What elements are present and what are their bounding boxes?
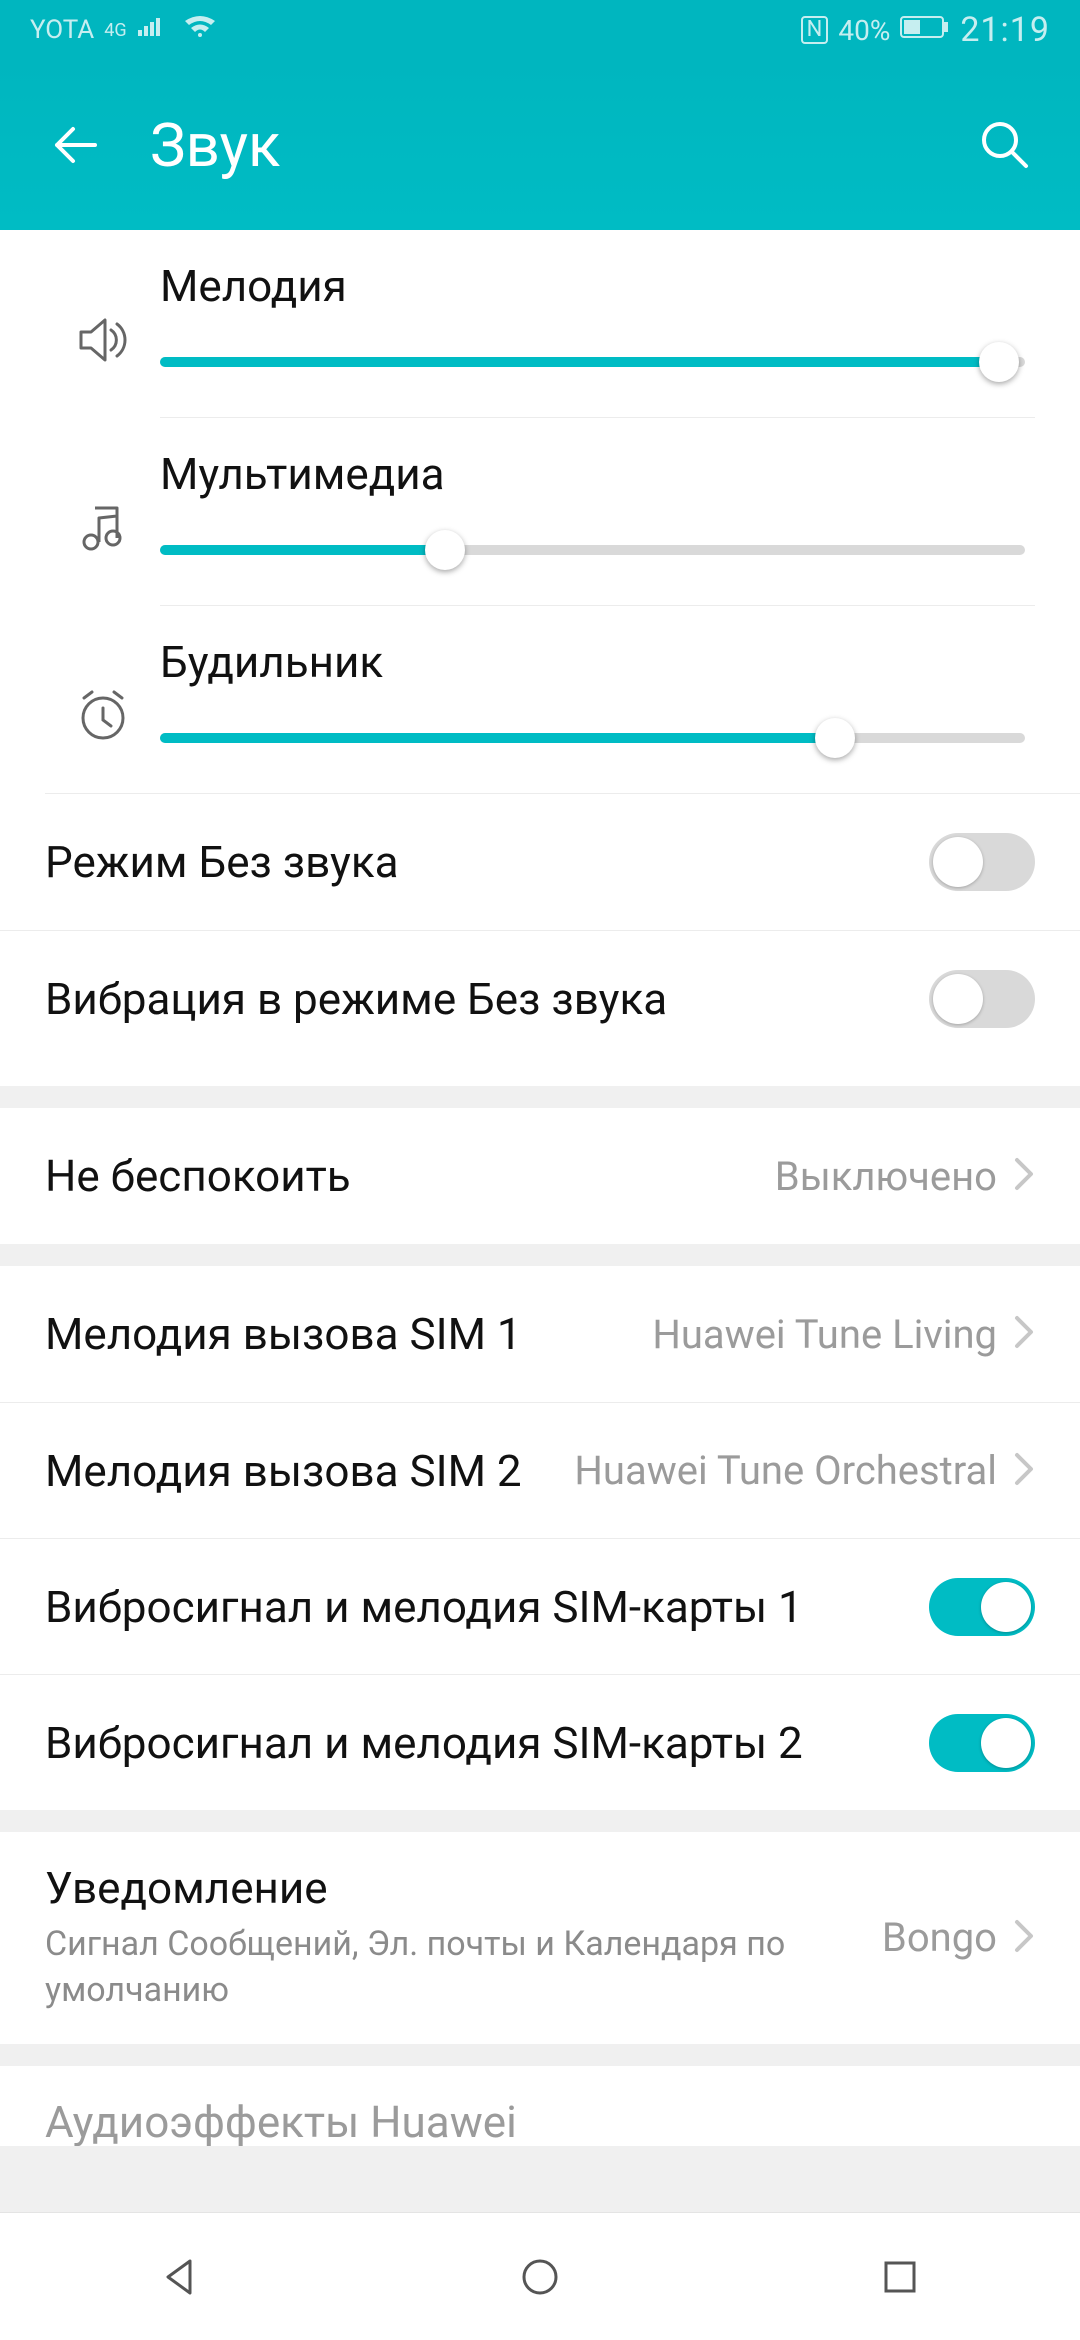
- dnd-value: Выключено: [775, 1153, 997, 1200]
- vibrate-sim2-row[interactable]: Вибросигнал и мелодия SIM-карты 2: [0, 1674, 1080, 1810]
- ringtone-icon: [45, 260, 160, 370]
- battery-icon: [900, 14, 950, 47]
- silent-mode-label: Режим Без звука: [45, 836, 929, 888]
- vibrate-sim1-label: Вибросигнал и мелодия SIM-карты 1: [45, 1581, 929, 1633]
- audio-effects-row[interactable]: Аудиоэффекты Huawei: [0, 2066, 1080, 2146]
- nfc-icon: N: [801, 16, 829, 44]
- notification-value: Bongo: [882, 1914, 997, 1961]
- volume-section: Мелодия Мультимедиа: [0, 230, 1080, 1086]
- status-bar: YOTA 4G N 40% 21:19: [0, 0, 1080, 60]
- ringtone-volume-label: Мелодия: [160, 260, 1035, 312]
- nav-recent-button[interactable]: [850, 2242, 950, 2312]
- ringtone-sim1-value: Huawei Tune Living: [652, 1311, 997, 1358]
- triangle-back-icon: [158, 2255, 202, 2299]
- dnd-section: Не беспокоить Выключено: [0, 1108, 1080, 1244]
- chevron-right-icon: [1013, 1918, 1035, 1958]
- ringtone-sim2-row[interactable]: Мелодия вызова SIM 2 Huawei Tune Orchest…: [0, 1402, 1080, 1538]
- vibrate-silent-row[interactable]: Вибрация в режиме Без звука: [0, 930, 1080, 1066]
- notification-label: Уведомление: [45, 1862, 882, 1914]
- audio-effects-section: Аудиоэффекты Huawei: [0, 2066, 1080, 2146]
- alarm-clock-icon: [45, 636, 160, 744]
- carrier-label: YOTA: [30, 15, 94, 45]
- navigation-bar: [0, 2212, 1080, 2340]
- back-button[interactable]: [40, 110, 110, 180]
- silent-mode-row[interactable]: Режим Без звука: [0, 794, 1080, 930]
- chevron-right-icon: [1013, 1156, 1035, 1196]
- audio-effects-label: Аудиоэффекты Huawei: [45, 2096, 1035, 2146]
- app-bar: Звук: [0, 60, 1080, 230]
- ringtone-sim2-value: Huawei Tune Orchestral: [574, 1447, 997, 1494]
- music-note-icon: [45, 448, 160, 554]
- ringtone-section: Мелодия вызова SIM 1 Huawei Tune Living …: [0, 1266, 1080, 1810]
- page-title: Звук: [150, 110, 280, 181]
- ringtone-sim1-row[interactable]: Мелодия вызова SIM 1 Huawei Tune Living: [0, 1266, 1080, 1402]
- circle-home-icon: [518, 2255, 562, 2299]
- alarm-volume-slider[interactable]: [160, 733, 1025, 743]
- alarm-volume-row: Будильник: [0, 606, 1080, 793]
- clock-label: 21:19: [960, 10, 1050, 50]
- search-icon: [978, 118, 1032, 172]
- dnd-row[interactable]: Не беспокоить Выключено: [0, 1108, 1080, 1244]
- ringtone-volume-slider[interactable]: [160, 357, 1025, 367]
- notification-section: Уведомление Сигнал Сообщений, Эл. почты …: [0, 1832, 1080, 2044]
- nav-back-button[interactable]: [130, 2242, 230, 2312]
- silent-mode-switch[interactable]: [929, 833, 1035, 891]
- wifi-icon: [183, 15, 217, 46]
- media-volume-slider[interactable]: [160, 545, 1025, 555]
- chevron-right-icon: [1013, 1451, 1035, 1491]
- vibrate-sim2-switch[interactable]: [929, 1714, 1035, 1772]
- media-volume-row: Мультимедиа: [0, 418, 1080, 606]
- vibrate-silent-label: Вибрация в режиме Без звука: [45, 973, 929, 1025]
- alarm-volume-label: Будильник: [160, 636, 1035, 688]
- chevron-right-icon: [1013, 1314, 1035, 1354]
- square-recent-icon: [880, 2257, 920, 2297]
- notification-sublabel: Сигнал Сообщений, Эл. почты и Календаря …: [45, 1922, 882, 2014]
- network-label: 4G: [104, 20, 126, 41]
- vibrate-silent-switch[interactable]: [929, 970, 1035, 1028]
- arrow-left-icon: [47, 117, 103, 173]
- ringtone-volume-row: Мелодия: [0, 230, 1080, 418]
- dnd-label: Не беспокоить: [45, 1150, 775, 1202]
- battery-percent: 40%: [838, 14, 890, 47]
- search-button[interactable]: [970, 110, 1040, 180]
- vibrate-sim1-row[interactable]: Вибросигнал и мелодия SIM-карты 1: [0, 1538, 1080, 1674]
- nav-home-button[interactable]: [490, 2242, 590, 2312]
- notification-row[interactable]: Уведомление Сигнал Сообщений, Эл. почты …: [0, 1832, 1080, 2044]
- signal-icon: [137, 15, 167, 45]
- ringtone-sim1-label: Мелодия вызова SIM 1: [45, 1308, 652, 1360]
- vibrate-sim1-switch[interactable]: [929, 1578, 1035, 1636]
- vibrate-sim2-label: Вибросигнал и мелодия SIM-карты 2: [45, 1717, 929, 1769]
- media-volume-label: Мультимедиа: [160, 448, 1035, 500]
- ringtone-sim2-label: Мелодия вызова SIM 2: [45, 1445, 574, 1497]
